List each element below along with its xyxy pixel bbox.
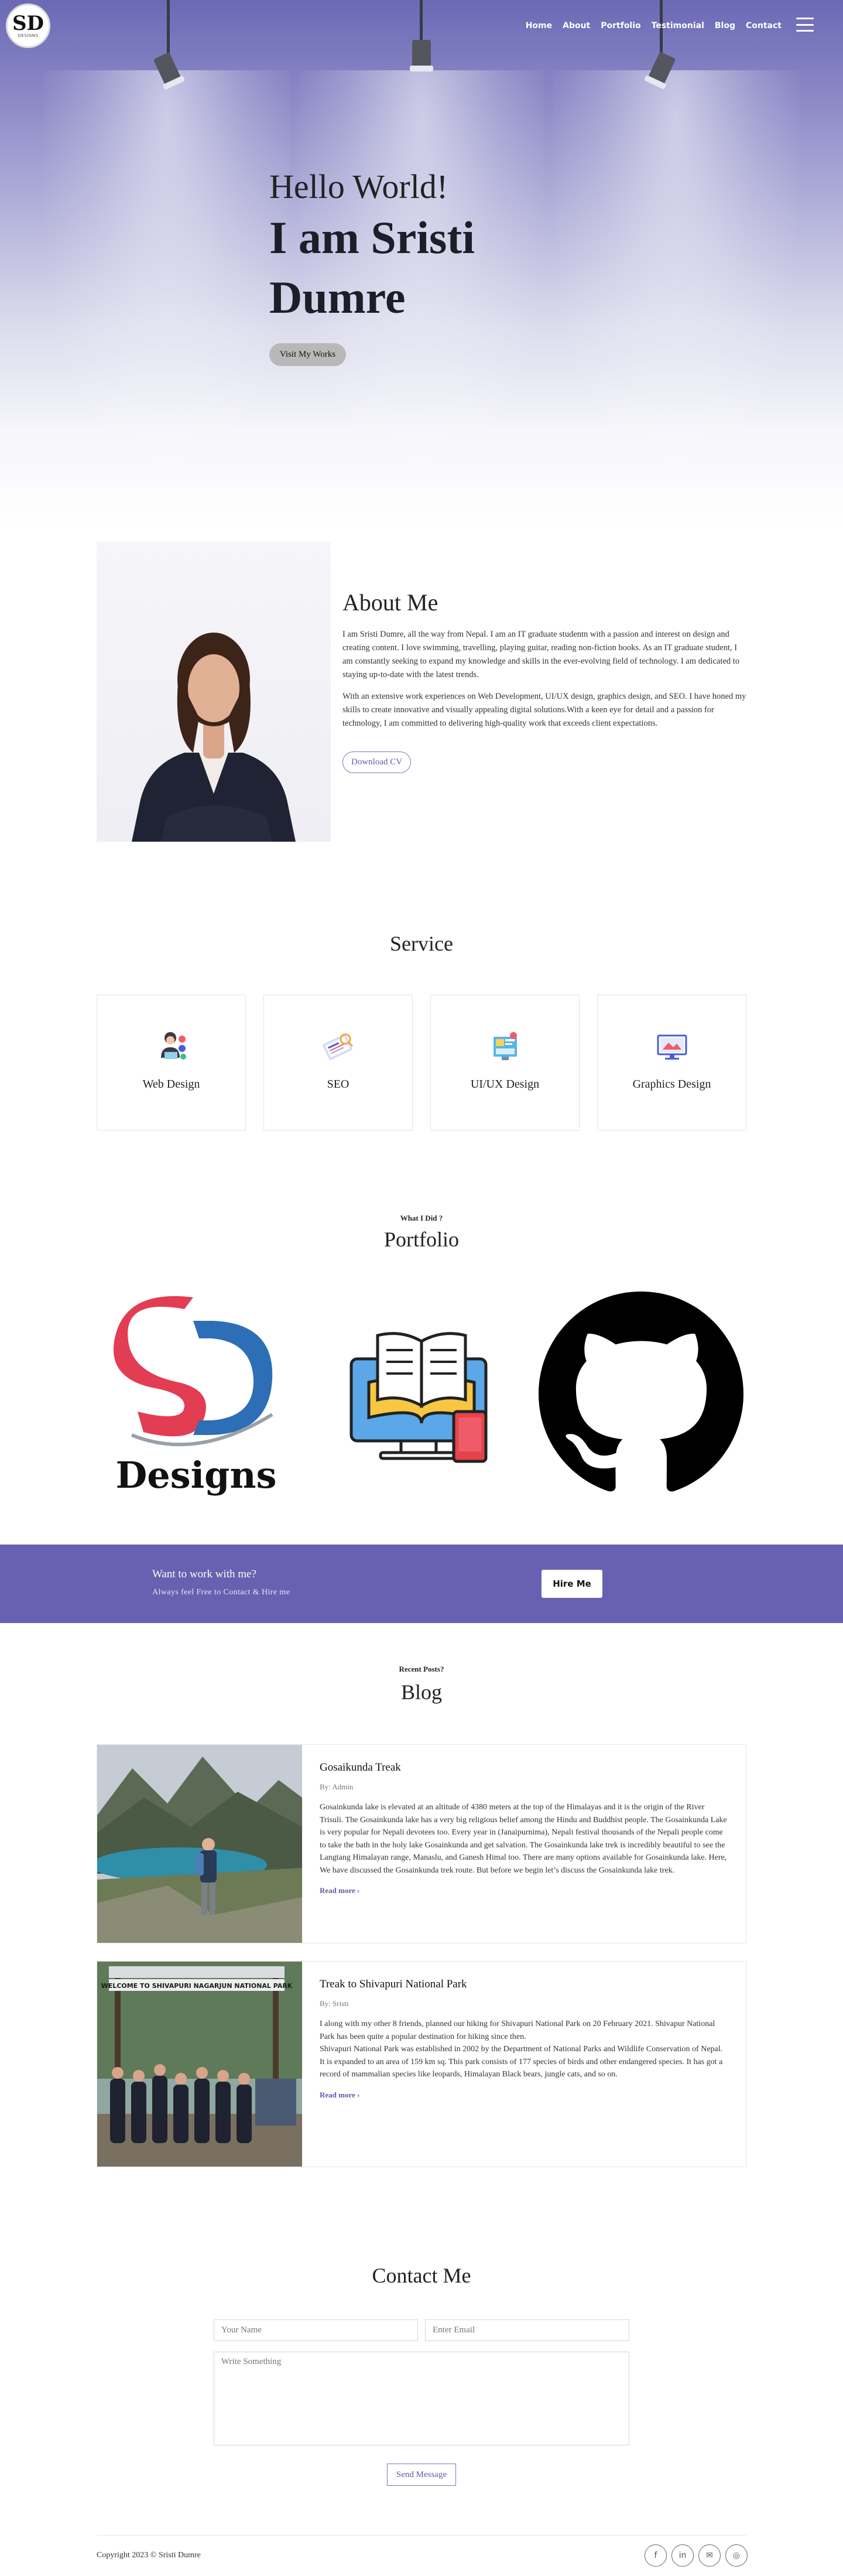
portfolio-item-elearning[interactable] xyxy=(319,1277,524,1511)
mail-icon[interactable]: ✉ xyxy=(698,2544,721,2567)
hero-section: SD DESIGNS Home About Portfolio Testimon… xyxy=(0,0,843,527)
email-input[interactable] xyxy=(425,2319,629,2341)
read-more-label: Read more xyxy=(320,2090,355,2099)
service-label: Web Design xyxy=(142,1078,200,1091)
hero-name-line1: I am Sristi xyxy=(269,212,475,263)
main-nav: Home About Portfolio Testimonial Blog Co… xyxy=(526,21,782,30)
blog-card: WELCOME TO SHIVAPURI NAGARJUN NATIONAL P… xyxy=(97,1961,746,2167)
service-list: Web Design SEO UI/UX Design Graphics Des… xyxy=(97,995,746,1130)
portfolio-item-sd-designs[interactable]: Designs xyxy=(97,1277,296,1511)
service-label: Graphics Design xyxy=(632,1078,711,1091)
sd-designs-logo-icon: Designs xyxy=(113,1296,277,1497)
blog-card: Gosaikunda Treak By: Admin Gosainkunda l… xyxy=(97,1744,746,1943)
about-title: About Me xyxy=(342,589,438,616)
blog-post-excerpt: Shivapuri National Park was established … xyxy=(320,2045,723,2079)
profile-photo xyxy=(97,542,331,842)
park-sign-text: WELCOME TO SHIVAPURI NAGARJUN NATIONAL P… xyxy=(101,1982,293,1990)
nav-portfolio[interactable]: Portfolio xyxy=(601,21,640,30)
dribbble-icon[interactable]: ◎ xyxy=(725,2544,748,2567)
spotlight-lamp-icon xyxy=(645,0,676,89)
blog-post-title[interactable]: Gosaikunda Treak xyxy=(320,1761,728,1774)
nav-blog[interactable]: Blog xyxy=(715,21,735,30)
hero-text: Hello World! I am Sristi Dumre Visit My … xyxy=(269,167,475,366)
blog-image-shivapuri[interactable]: WELCOME TO SHIVAPURI NAGARJUN NATIONAL P… xyxy=(97,1962,302,2167)
blog-post-excerpt: I along with my other 8 friends, planned… xyxy=(320,2020,715,2041)
chevron-right-icon: › xyxy=(357,1886,360,1895)
web-designer-icon xyxy=(160,1032,186,1060)
blog-post-title[interactable]: Treak to Shivapuri National Park xyxy=(320,1978,728,1991)
portfolio-logo-text: Designs xyxy=(115,1454,276,1497)
spotlight-beam xyxy=(553,70,799,515)
message-textarea[interactable] xyxy=(214,2352,629,2445)
portfolio-item-github[interactable] xyxy=(536,1277,746,1511)
nav-testimonial[interactable]: Testimonial xyxy=(652,21,704,30)
nav-contact[interactable]: Contact xyxy=(746,21,782,30)
nav-home[interactable]: Home xyxy=(526,21,552,30)
menu-hamburger-icon[interactable] xyxy=(796,18,814,32)
github-icon xyxy=(539,1292,743,1492)
logo-subtitle: DESIGNS xyxy=(18,33,39,38)
download-cv-button[interactable]: Download CV xyxy=(342,751,412,773)
about-paragraph: With an extensive work experiences on We… xyxy=(342,692,746,728)
blog-body: Gosaikunda Treak By: Admin Gosainkunda l… xyxy=(302,1745,746,1943)
portfolio-eyebrow: What I Did ? xyxy=(400,1214,443,1222)
graphics-design-icon xyxy=(657,1034,687,1060)
blog-body: Treak to Shivapuri National Park By: Sri… xyxy=(302,1962,746,2167)
chevron-right-icon: › xyxy=(357,2090,360,2099)
blog-image-gosaikunda[interactable] xyxy=(97,1745,302,1943)
blog-eyebrow: Recent Posts? xyxy=(399,1665,444,1673)
uiux-icon xyxy=(493,1032,517,1060)
contact-title: Contact Me xyxy=(372,2264,471,2287)
footer-divider xyxy=(97,2535,746,2536)
hire-banner: Want to work with me? Always feel Free t… xyxy=(0,1545,843,1623)
site-logo[interactable]: SD DESIGNS xyxy=(6,4,50,48)
spotlight-lamp-icon xyxy=(153,0,185,90)
name-input[interactable] xyxy=(214,2319,418,2341)
seo-icon xyxy=(322,1033,353,1060)
spotlight-lamp-icon xyxy=(410,0,433,71)
blog-post-author: By: Admin xyxy=(320,1782,354,1791)
blog-title: Blog xyxy=(400,1680,442,1704)
hire-title: Want to work with me? xyxy=(152,1568,256,1580)
hero-greeting: Hello World! xyxy=(269,168,448,206)
copyright-text: Copyright 2023 © Sristi Dumre xyxy=(97,2551,201,2560)
about-section: About Me I am Sristi Dumre, all the way … xyxy=(342,589,746,773)
book-computer-icon xyxy=(349,1332,488,1463)
logo-initials: SD xyxy=(12,12,44,35)
social-links: f in ✉ ◎ xyxy=(645,2544,748,2567)
service-card-uiux[interactable]: UI/UX Design xyxy=(430,995,580,1130)
read-more-label: Read more xyxy=(320,1886,355,1895)
hire-subtitle: Always feel Free to Contact & Hire me xyxy=(152,1588,290,1597)
blog-post-author: By: Sristi xyxy=(320,1999,349,2008)
spotlight-beam xyxy=(44,70,290,515)
send-message-button[interactable]: Send Message xyxy=(387,2464,456,2486)
service-card-web-design[interactable]: Web Design xyxy=(97,995,246,1130)
hero-name-line2: Dumre xyxy=(269,272,406,323)
service-card-seo[interactable]: SEO xyxy=(263,995,413,1130)
contact-form xyxy=(214,2319,629,2448)
blog-post-excerpt: Gosainkunda lake is elevated at an altit… xyxy=(320,1803,727,1875)
nav-about[interactable]: About xyxy=(563,21,590,30)
service-card-graphics[interactable]: Graphics Design xyxy=(597,995,746,1130)
visit-works-button[interactable]: Visit My Works xyxy=(269,343,347,366)
hire-me-button[interactable]: Hire Me xyxy=(542,1570,602,1598)
service-label: SEO xyxy=(327,1078,349,1091)
read-more-link[interactable]: Read more › xyxy=(320,1886,359,1895)
portfolio-title: Portfolio xyxy=(383,1228,459,1251)
facebook-icon[interactable]: f xyxy=(645,2544,667,2567)
read-more-link[interactable]: Read more › xyxy=(320,2090,359,2100)
service-title: Service xyxy=(390,932,453,955)
about-paragraph: I am Sristi Dumre, all the way from Nepa… xyxy=(342,630,740,679)
linkedin-icon[interactable]: in xyxy=(671,2544,694,2567)
service-label: UI/UX Design xyxy=(470,1078,540,1091)
